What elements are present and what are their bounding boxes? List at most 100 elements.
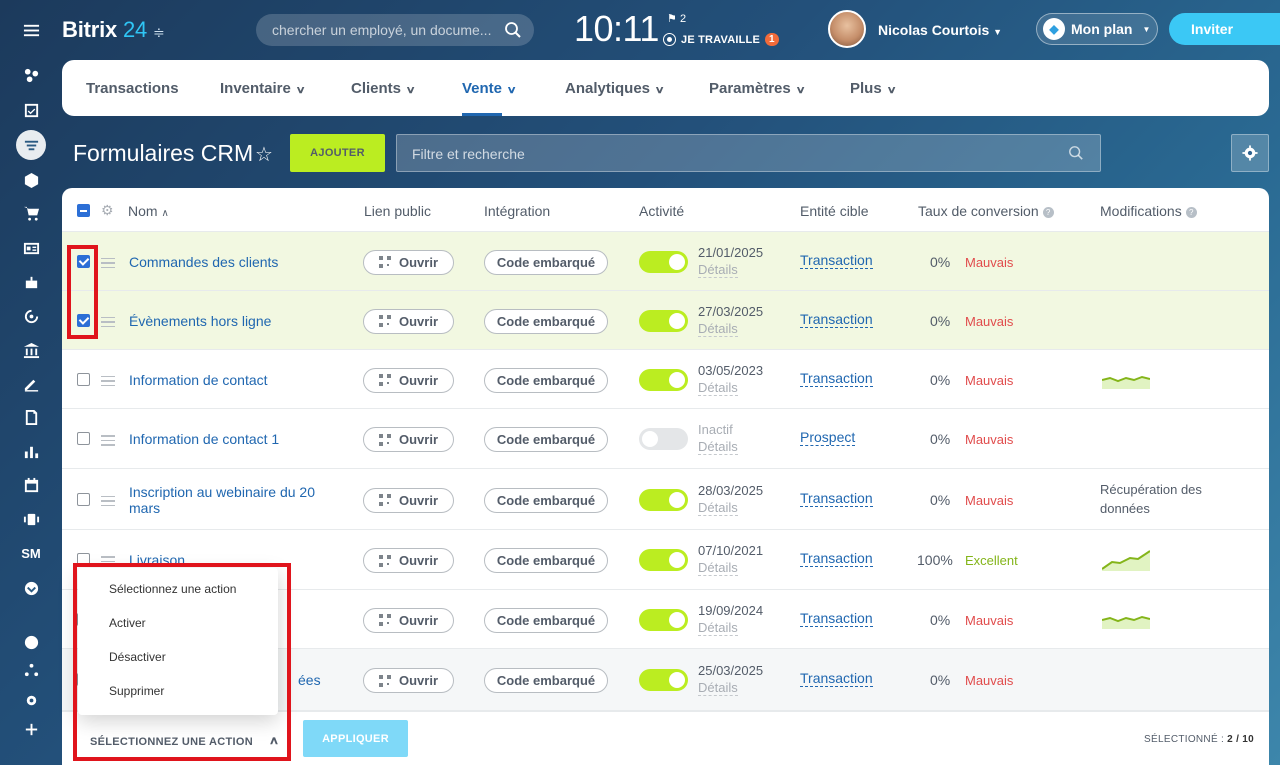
details-link[interactable]: Détails	[698, 620, 738, 636]
settings-button[interactable]	[1231, 134, 1269, 172]
bot-icon[interactable]	[16, 267, 46, 297]
tasks-icon[interactable]	[16, 95, 46, 125]
plan-button[interactable]: ◆ Mon plan ▼	[1036, 13, 1158, 45]
target-entity-link[interactable]: Prospect	[800, 430, 856, 446]
help-icon[interactable]	[16, 627, 46, 657]
embed-code-button[interactable]: Code embarqué	[484, 487, 608, 513]
embed-code-button[interactable]: Code embarqué	[484, 367, 608, 393]
tab-plus[interactable]: Plus ∨	[850, 80, 896, 97]
activity-toggle[interactable]	[639, 669, 688, 691]
user-menu[interactable]: Nicolas Courtois ▼	[878, 22, 1002, 38]
apply-button[interactable]: APPLIQUER	[303, 720, 408, 757]
details-link[interactable]: Détails	[698, 262, 738, 278]
embed-code-button[interactable]: Code embarqué	[484, 548, 608, 573]
form-name-link[interactable]: Information de contact	[129, 372, 329, 388]
settings-icon[interactable]	[16, 685, 46, 715]
activity-toggle[interactable]	[639, 608, 688, 631]
avatar[interactable]	[828, 10, 866, 48]
help-icon[interactable]: ?	[1185, 207, 1197, 218]
open-button[interactable]: Ouvrir	[363, 308, 454, 334]
inventory-icon[interactable]	[16, 165, 46, 195]
open-button[interactable]: Ouvrir	[363, 487, 454, 513]
row-checkbox[interactable]	[77, 492, 90, 506]
activity-toggle[interactable]	[639, 428, 688, 450]
tab-analytiques[interactable]: Analytiques ∨	[565, 80, 665, 97]
help-icon[interactable]: ?	[1042, 207, 1054, 218]
bank-icon[interactable]	[16, 335, 46, 365]
open-button[interactable]: Ouvrir	[363, 548, 454, 573]
header-name[interactable]: Nom ∧	[128, 203, 169, 219]
embed-code-button[interactable]: Code embarqué	[484, 607, 608, 633]
tab-parametres[interactable]: Paramètres ∨	[709, 80, 806, 97]
shop-icon[interactable]	[16, 198, 46, 228]
embed-code-button[interactable]: Code embarqué	[484, 249, 608, 275]
drag-handle-icon[interactable]	[101, 375, 115, 390]
activity-toggle[interactable]	[639, 368, 688, 391]
header-public-link[interactable]: Lien public	[364, 203, 431, 219]
embed-code-button[interactable]: Code embarqué	[484, 308, 608, 334]
drag-handle-icon[interactable]	[101, 435, 115, 449]
edit-doc-icon[interactable]	[16, 402, 46, 432]
header-integration[interactable]: Intégration	[484, 203, 550, 219]
activity-toggle[interactable]	[639, 549, 688, 571]
calendar-icon[interactable]	[16, 470, 46, 500]
sign-icon[interactable]	[16, 368, 46, 398]
header-activity[interactable]: Activité	[639, 203, 684, 219]
global-search-input[interactable]: chercher un employé, un docume...	[256, 14, 534, 46]
target-icon[interactable]	[16, 301, 46, 331]
row-checkbox[interactable]	[77, 372, 90, 386]
header-conversion[interactable]: Taux de conversion?	[918, 203, 1054, 219]
embed-code-button[interactable]: Code embarqué	[484, 427, 608, 452]
activity-toggle[interactable]	[639, 250, 688, 273]
details-link[interactable]: Détails	[698, 380, 738, 396]
add-button[interactable]: AJOUTER	[290, 134, 385, 172]
logo[interactable]: Bitrix 24 ≑	[62, 17, 165, 43]
table-row[interactable]: Évènements hors ligne Ouvrir Code embarqué…	[62, 291, 1269, 350]
activity-toggle[interactable]	[639, 488, 688, 511]
table-row[interactable]: Commandes des clients Ouvrir Code embarqué…	[62, 232, 1269, 291]
tab-vente[interactable]: Vente ∨	[462, 80, 517, 97]
target-entity-link[interactable]: Transaction	[800, 490, 873, 507]
row-checkbox[interactable]	[77, 432, 90, 445]
drag-handle-icon[interactable]	[101, 316, 115, 331]
tab-inventaire[interactable]: Inventaire ∨	[220, 80, 306, 97]
details-link[interactable]: Détails	[698, 681, 738, 696]
invite-button[interactable]: Inviter ▼	[1169, 13, 1280, 45]
star-icon[interactable]: ☆	[255, 142, 273, 167]
clock[interactable]: 10:11	[574, 8, 659, 50]
form-name-link[interactable]: Commandes des clients	[129, 254, 329, 270]
target-entity-link[interactable]: Transaction	[800, 551, 873, 567]
feed-icon[interactable]	[16, 60, 46, 90]
form-name-link[interactable]: Évènements hors ligne	[129, 313, 329, 329]
contact-card-icon[interactable]	[16, 233, 46, 263]
tab-clients[interactable]: Clients ∨	[351, 80, 416, 97]
open-button[interactable]: Ouvrir	[363, 249, 454, 275]
table-row[interactable]: Information de contact Ouvrir Code embarqu…	[62, 350, 1269, 409]
crm-icon[interactable]	[16, 130, 46, 160]
add-icon[interactable]	[16, 714, 46, 744]
details-link[interactable]: Détails	[698, 440, 738, 455]
open-button[interactable]: Ouvrir	[363, 668, 454, 693]
activity-toggle[interactable]	[639, 309, 688, 332]
open-button[interactable]: Ouvrir	[363, 607, 454, 633]
structure-icon[interactable]	[16, 655, 46, 685]
target-entity-link[interactable]: Transaction	[800, 370, 873, 387]
form-name-link[interactable]: Inscription au webinaire du 20 mars	[129, 484, 329, 516]
drag-handle-icon[interactable]	[101, 257, 115, 272]
details-link[interactable]: Détails	[698, 321, 738, 337]
work-status[interactable]: JE TRAVAILLE 1	[663, 33, 779, 46]
table-row[interactable]: Inscription au webinaire du 20 mars Ouvri…	[62, 469, 1269, 530]
select-all-checkbox[interactable]	[77, 204, 90, 217]
table-row[interactable]: Information de contact 1 Ouvrir Code embar…	[62, 409, 1269, 469]
filter-search-input[interactable]: Filtre et recherche	[396, 134, 1101, 172]
menu-icon[interactable]	[16, 15, 46, 45]
open-button[interactable]: Ouvrir	[363, 427, 454, 452]
open-button[interactable]: Ouvrir	[363, 367, 454, 393]
more-icon[interactable]	[16, 573, 46, 603]
switch-icon[interactable]: ≑	[153, 24, 165, 40]
timeline-icon[interactable]	[16, 504, 46, 534]
analytics-icon[interactable]	[16, 436, 46, 466]
target-entity-link[interactable]: Transaction	[800, 610, 873, 627]
gear-icon[interactable]: ⚙	[101, 202, 114, 219]
target-entity-link[interactable]: Transaction	[800, 311, 873, 328]
